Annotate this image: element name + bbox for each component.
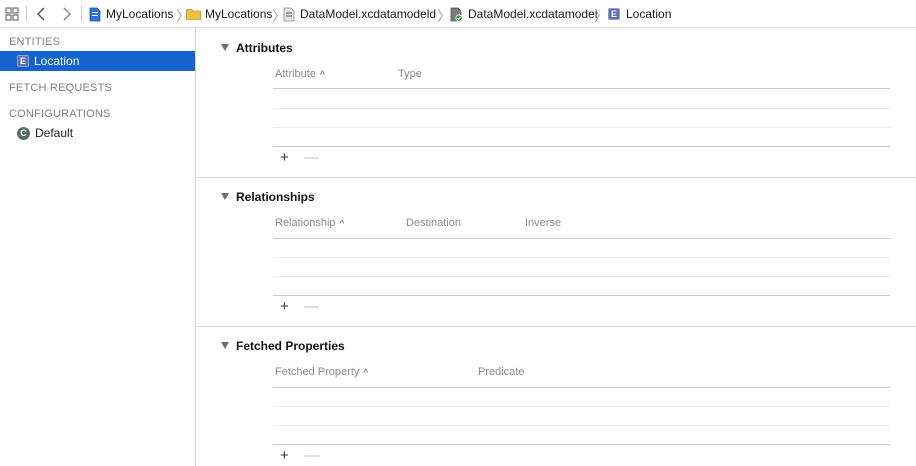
back-button[interactable] [34, 5, 48, 23]
jump-bar: MyLocations 〉 MyLocations 〉 DataModel.xc… [0, 0, 916, 28]
data-model-version-icon [450, 7, 463, 22]
jumpbar-label: DataModel.xcdatamodeld [300, 7, 437, 21]
table-row [273, 406, 890, 407]
column-header-label: Relationship [275, 217, 336, 229]
column-header-type[interactable]: Type [398, 68, 422, 80]
entity-icon: E [17, 55, 29, 67]
configurations-header: CONFIGURATIONS [9, 108, 111, 120]
project-file-icon [89, 7, 101, 21]
sidebar-item-default-configuration[interactable]: C Default [0, 123, 195, 143]
section-title: Relationships [236, 190, 315, 204]
remove-fetched-property-button[interactable]: — [304, 448, 319, 463]
toolbar-divider [81, 6, 82, 22]
column-header-fetched-property[interactable]: Fetched Property ^ [275, 366, 368, 379]
table-footer-divider [273, 444, 890, 445]
entity-icon: E [608, 8, 620, 20]
add-fetched-property-button[interactable]: + [280, 448, 289, 463]
table-footer-divider [273, 146, 890, 147]
jumpbar-label: Location [626, 7, 672, 21]
section-title: Attributes [236, 41, 293, 55]
path-separator-icon: 〉 [594, 8, 608, 24]
sidebar-item-label: Location [34, 54, 80, 68]
jumpbar-label: MyLocations [205, 7, 273, 21]
remove-relationship-button[interactable]: — [304, 299, 319, 314]
jumpbar-item-folder[interactable]: MyLocations [186, 0, 272, 28]
sort-ascending-icon: ^ [339, 219, 345, 230]
relationships-section: Relationships Relationship ^ Destination … [197, 178, 916, 326]
folder-icon [186, 9, 201, 20]
column-header-label: Attribute [275, 68, 316, 80]
chevron-left-icon [37, 7, 45, 21]
fetch-requests-header: FETCH REQUESTS [9, 82, 113, 94]
configuration-icon: C [17, 126, 30, 140]
jumpbar-label: DataModel.xcdatamodel [468, 7, 598, 21]
entity-editor: Attributes Attribute ^ Type + — Relations… [197, 28, 916, 466]
sidebar-item-location-entity[interactable]: E Location [0, 51, 195, 71]
table-header-divider [273, 387, 890, 388]
sort-ascending-icon: ^ [319, 70, 325, 81]
column-header-destination[interactable]: Destination [406, 217, 461, 229]
section-title: Fetched Properties [236, 339, 345, 353]
attributes-section: Attributes Attribute ^ Type + — [197, 28, 916, 178]
toolbar-divider [26, 6, 27, 22]
table-header-divider [273, 88, 890, 89]
add-attribute-button[interactable]: + [280, 150, 289, 165]
forward-button[interactable] [60, 5, 74, 23]
column-header-label: Fetched Property [275, 366, 360, 378]
jumpbar-label: MyLocations [106, 7, 174, 21]
table-row [273, 257, 890, 258]
sort-ascending-icon: ^ [363, 368, 369, 379]
table-row [273, 276, 890, 277]
column-header-predicate[interactable]: Predicate [478, 366, 524, 378]
column-header-inverse[interactable]: Inverse [525, 217, 561, 229]
entities-header: ENTITIES [9, 36, 61, 48]
disclosure-triangle-icon[interactable] [221, 193, 229, 200]
table-row [273, 127, 890, 128]
path-separator-icon: 〉 [437, 8, 451, 24]
table-footer-divider [273, 295, 890, 296]
fetched-properties-section: Fetched Properties Fetched Property ^ Pre… [197, 327, 916, 466]
entity-sidebar: ENTITIES E Location FETCH REQUESTS CONFI… [0, 28, 196, 466]
sidebar-item-label: Default [35, 126, 74, 140]
jumpbar-item-model-version[interactable]: DataModel.xcdatamodel [450, 0, 597, 28]
disclosure-triangle-icon[interactable] [221, 342, 229, 349]
remove-attribute-button[interactable]: — [304, 150, 319, 165]
jumpbar-item-model-bundle[interactable]: DataModel.xcdatamodeld [283, 0, 436, 28]
jumpbar-item-project[interactable]: MyLocations [89, 0, 173, 28]
table-row [273, 425, 890, 426]
table-header-divider [273, 238, 890, 239]
disclosure-triangle-icon[interactable] [221, 44, 229, 51]
add-relationship-button[interactable]: + [280, 299, 289, 314]
related-items-icon[interactable] [5, 7, 19, 21]
table-row [273, 108, 890, 109]
column-header-attribute[interactable]: Attribute ^ [275, 68, 325, 81]
data-model-bundle-icon [283, 7, 295, 21]
chevron-right-icon [63, 7, 71, 21]
jumpbar-item-entity[interactable]: E Location [608, 0, 671, 28]
column-header-relationship[interactable]: Relationship ^ [275, 217, 344, 230]
